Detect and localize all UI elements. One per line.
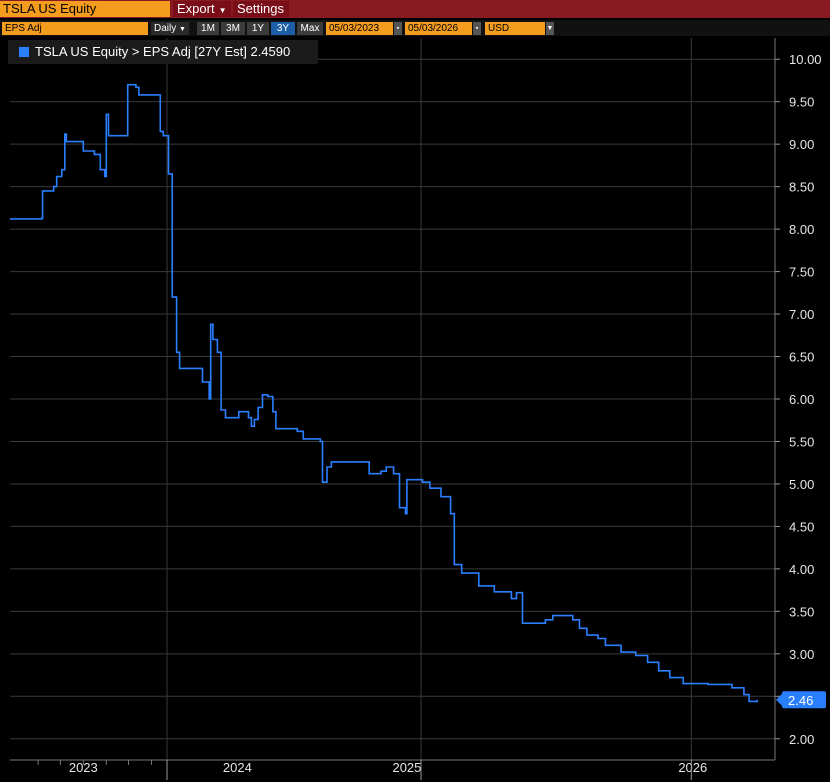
y-tick-label: 4.00: [789, 562, 814, 577]
y-tick-label: 9.50: [789, 95, 814, 110]
x-tick-label: 2026: [678, 760, 707, 775]
legend-text: TSLA US Equity > EPS Adj [27Y Est] 2.459…: [35, 44, 291, 59]
y-tick-label: 8.00: [789, 222, 814, 237]
x-tick-label: 2024: [223, 760, 252, 775]
y-tick-label: 6.50: [789, 350, 814, 365]
chart-area: 2.002.503.003.504.004.505.005.506.006.50…: [10, 38, 826, 780]
y-tick-label: 2.00: [789, 732, 814, 747]
x-tick-label: 2025: [392, 760, 421, 775]
y-tick-label: 3.50: [789, 604, 814, 619]
y-tick-label: 10.00: [789, 52, 822, 67]
y-tick-label: 6.00: [789, 392, 814, 407]
legend: TSLA US Equity > EPS Adj [27Y Est] 2.459…: [8, 40, 318, 64]
last-value-text: 2.46: [788, 693, 813, 708]
y-tick-label: 4.50: [789, 519, 814, 534]
y-tick-label: 7.00: [789, 307, 814, 322]
last-value-pointer: [776, 693, 782, 706]
legend-swatch: [19, 47, 29, 57]
y-tick-label: 9.00: [789, 137, 814, 152]
y-axis: 2.002.503.003.504.004.505.005.506.006.50…: [775, 52, 822, 747]
y-tick-label: 7.50: [789, 265, 814, 280]
last-value-label: 2.46: [776, 691, 826, 709]
y-tick-label: 8.50: [789, 180, 814, 195]
y-tick-label: 5.50: [789, 434, 814, 449]
y-tick-label: 5.00: [789, 477, 814, 492]
x-axis: 2023 2024 2025 2026: [37, 760, 707, 780]
y-tick-label: 3.00: [789, 647, 814, 662]
